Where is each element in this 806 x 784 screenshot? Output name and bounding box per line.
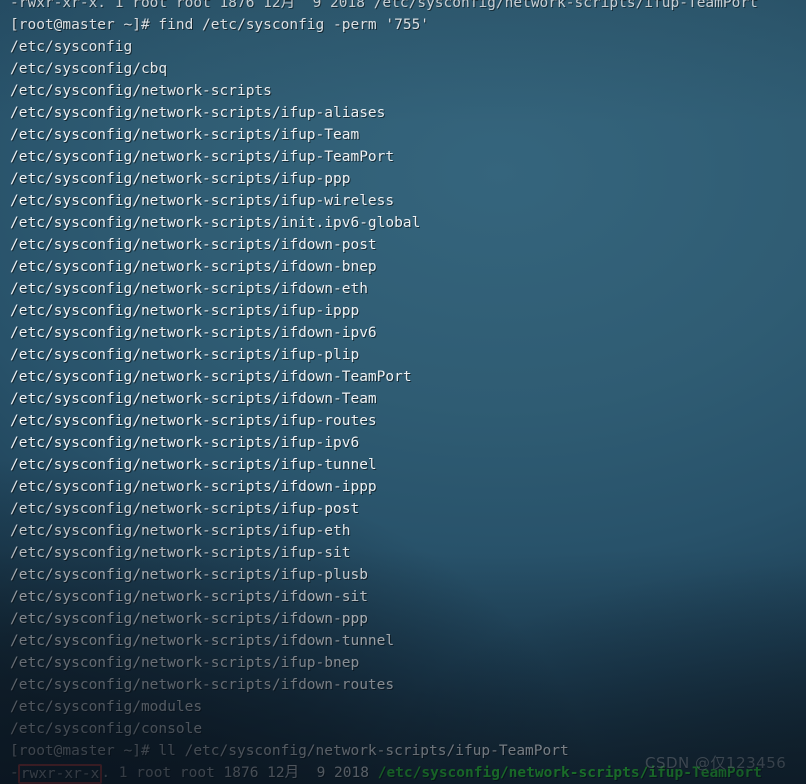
output-path: /etc/sysconfig/cbq [10,61,168,77]
output-line: /etc/sysconfig/modules [10,696,806,718]
output-line: /etc/sysconfig [10,36,806,58]
output-line: /etc/sysconfig/network-scripts/ifdown-Te… [10,366,806,388]
output-line: /etc/sysconfig/network-scripts/ifdown-Te… [10,388,806,410]
output-line: /etc/sysconfig/network-scripts/ifup-plip [10,344,806,366]
output-path: /etc/sysconfig/network-scripts/ifdown-ip… [10,325,377,341]
clipped-line-text: -rwxr-xr-x. 1 root root 1876 12月 9 2018 … [10,0,758,11]
output-line: /etc/sysconfig/network-scripts/ifdown-pp… [10,608,806,630]
ll-metadata: . 1 root root 1876 12月 9 2018 [101,765,378,781]
find-command-text: find /etc/sysconfig -perm '755' [158,17,430,33]
output-line: /etc/sysconfig/console [10,718,806,740]
output-line: /etc/sysconfig/network-scripts/ifup-Team… [10,146,806,168]
shell-prompt: [root@master ~]# [10,17,159,33]
output-path: /etc/sysconfig/network-scripts/ifdown-ip… [10,479,377,495]
output-line: /etc/sysconfig/network-scripts/ifup-plus… [10,564,806,586]
output-line: /etc/sysconfig/network-scripts/ifup-ipv6 [10,432,806,454]
output-line: /etc/sysconfig/network-scripts/ifup-Team [10,124,806,146]
output-line: /etc/sysconfig/network-scripts/ifup-tunn… [10,454,806,476]
output-path: /etc/sysconfig/network-scripts/ifup-sit [10,545,351,561]
output-path: /etc/sysconfig/network-scripts/ifup-Team… [10,149,395,165]
output-line: /etc/sysconfig/network-scripts/ifup-eth [10,520,806,542]
output-line: /etc/sysconfig/network-scripts/ifup-bnep [10,652,806,674]
output-path: /etc/sysconfig/network-scripts/ifdown-Te… [10,391,377,407]
output-line: /etc/sysconfig/network-scripts/ifup-wire… [10,190,806,212]
output-path: /etc/sysconfig/network-scripts/ifup-tunn… [10,457,377,473]
output-path: /etc/sysconfig/network-scripts [10,83,272,99]
output-line: /etc/sysconfig/network-scripts/ifdown-bn… [10,256,806,278]
command-line-find: [root@master ~]# find /etc/sysconfig -pe… [10,14,806,36]
output-path: /etc/sysconfig/network-scripts/ifup-alia… [10,105,386,121]
output-path: /etc/sysconfig/network-scripts/ifup-wire… [10,193,395,209]
output-line: /etc/sysconfig/network-scripts/ifup-post [10,498,806,520]
output-path: /etc/sysconfig/network-scripts/init.ipv6… [10,215,421,231]
output-line: /etc/sysconfig/cbq [10,58,806,80]
output-line: /etc/sysconfig/network-scripts/ifdown-si… [10,586,806,608]
output-line: /etc/sysconfig/network-scripts/ifup-rout… [10,410,806,432]
output-path: /etc/sysconfig/network-scripts/ifup-post [10,501,360,517]
terminal-window[interactable]: -rwxr-xr-x. 1 root root 1876 12月 9 2018 … [0,0,806,784]
output-path: /etc/sysconfig/network-scripts/ifup-plip [10,347,360,363]
output-line: /etc/sysconfig/network-scripts [10,80,806,102]
output-path: /etc/sysconfig/network-scripts/ifdown-bn… [10,259,377,275]
output-line: /etc/sysconfig/network-scripts/init.ipv6… [10,212,806,234]
output-path: /etc/sysconfig [10,39,133,55]
output-path: /etc/sysconfig/network-scripts/ifup-plus… [10,567,368,583]
output-path: /etc/sysconfig/network-scripts/ifup-ppp [10,171,351,187]
output-line: /etc/sysconfig/network-scripts/ifup-ppp [10,168,806,190]
output-line: /etc/sysconfig/network-scripts/ifdown-ip… [10,322,806,344]
output-path: /etc/sysconfig/network-scripts/ifup-ipv6 [10,435,360,451]
output-line: /etc/sysconfig/network-scripts/ifdown-et… [10,278,806,300]
output-path: /etc/sysconfig/network-scripts/ifdown-si… [10,589,368,605]
output-path: /etc/sysconfig/network-scripts/ifdown-et… [10,281,368,297]
output-line: /etc/sysconfig/network-scripts/ifdown-po… [10,234,806,256]
output-path: /etc/sysconfig/network-scripts/ifup-rout… [10,413,377,429]
shell-prompt: [root@master ~]# [10,743,159,759]
clipped-previous-output-line: -rwxr-xr-x. 1 root root 1876 12月 9 2018 … [10,0,806,14]
output-line: /etc/sysconfig/network-scripts/ifdown-tu… [10,630,806,652]
ll-target-path: /etc/sysconfig/network-scripts/ifup-Team… [377,765,762,781]
output-path: /etc/sysconfig/modules [10,699,203,715]
output-path: /etc/sysconfig/network-scripts/ifdown-Te… [10,369,412,385]
ll-command-text: ll /etc/sysconfig/network-scripts/ifup-T… [158,743,569,759]
output-path: /etc/sysconfig/network-scripts/ifup-Team [10,127,360,143]
command-line-ll: [root@master ~]# ll /etc/sysconfig/netwo… [10,740,806,762]
output-line: /etc/sysconfig/network-scripts/ifup-sit [10,542,806,564]
output-path: /etc/sysconfig/network-scripts/ifdown-po… [10,237,377,253]
terminal-output-area: -rwxr-xr-x. 1 root root 1876 12月 9 2018 … [10,0,806,784]
output-line: /etc/sysconfig/network-scripts/ifup-ippp [10,300,806,322]
output-path: /etc/sysconfig/network-scripts/ifdown-pp… [10,611,368,627]
output-path: /etc/sysconfig/network-scripts/ifdown-ro… [10,677,395,693]
ll-output-line: - rwxr-xr-x. 1 root root 1876 12月 9 2018 … [10,762,806,784]
output-path: /etc/sysconfig/network-scripts/ifup-bnep [10,655,360,671]
output-line: /etc/sysconfig/network-scripts/ifdown-ro… [10,674,806,696]
output-path: /etc/sysconfig/network-scripts/ifdown-tu… [10,633,395,649]
permissions-highlight-box: rwxr-xr-x [17,764,103,784]
output-path: /etc/sysconfig/network-scripts/ifup-eth [10,523,351,539]
output-path: /etc/sysconfig/console [10,721,203,737]
output-line: /etc/sysconfig/network-scripts/ifdown-ip… [10,476,806,498]
output-line: /etc/sysconfig/network-scripts/ifup-alia… [10,102,806,124]
output-path: /etc/sysconfig/network-scripts/ifup-ippp [10,303,360,319]
